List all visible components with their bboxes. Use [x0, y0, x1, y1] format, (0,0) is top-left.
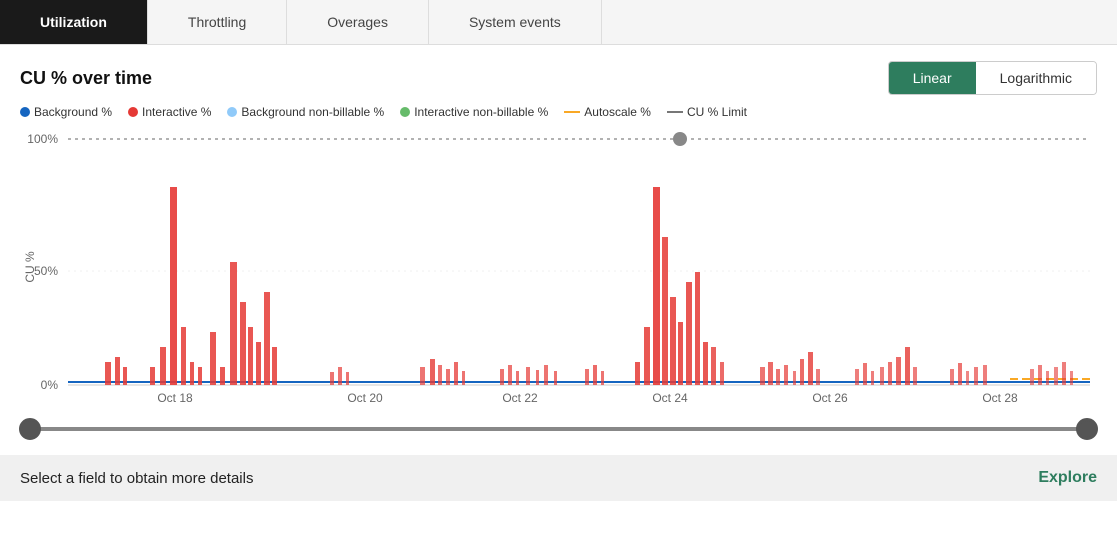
- svg-text:100%: 100%: [27, 132, 58, 146]
- tab-utilization[interactable]: Utilization: [0, 0, 148, 44]
- svg-text:50%: 50%: [34, 264, 58, 278]
- legend-background-nonbillable: Background non-billable %: [227, 105, 384, 119]
- range-track: [30, 427, 1087, 431]
- background-dot-icon: [20, 107, 30, 117]
- logarithmic-button[interactable]: Logarithmic: [976, 62, 1096, 94]
- legend-cu-limit: CU % Limit: [667, 105, 747, 119]
- chart-title: CU % over time: [20, 68, 152, 89]
- svg-text:Oct 24: Oct 24: [652, 391, 688, 405]
- chart-legend: Background % Interactive % Background no…: [20, 105, 1097, 119]
- interactive-dot-icon: [128, 107, 138, 117]
- legend-interactive-nonbillable: Interactive non-billable %: [400, 105, 548, 119]
- tab-bar: Utilization Throttling Overages System e…: [0, 0, 1117, 45]
- interactive-nonbillable-dot-icon: [400, 107, 410, 117]
- explore-button[interactable]: Explore: [1038, 469, 1097, 487]
- footer-text: Select a field to obtain more details: [20, 470, 253, 487]
- tab-overages[interactable]: Overages: [287, 0, 429, 44]
- svg-text:Oct 22: Oct 22: [502, 391, 538, 405]
- range-handle-left[interactable]: [19, 418, 41, 440]
- tab-system-events[interactable]: System events: [429, 0, 602, 44]
- linear-button[interactable]: Linear: [889, 62, 976, 94]
- autoscale-dash-icon: [564, 111, 580, 113]
- legend-cu-limit-label: CU % Limit: [687, 105, 747, 119]
- cu-limit-dash-icon: [667, 111, 683, 113]
- svg-text:0%: 0%: [41, 378, 59, 392]
- legend-interactive: Interactive %: [128, 105, 211, 119]
- range-slider[interactable]: [20, 409, 1097, 449]
- legend-background: Background %: [20, 105, 112, 119]
- legend-autoscale: Autoscale %: [564, 105, 651, 119]
- range-fill: [30, 427, 1087, 431]
- svg-text:Oct 28: Oct 28: [982, 391, 1018, 405]
- legend-autoscale-label: Autoscale %: [584, 105, 651, 119]
- background-nonbillable-dot-icon: [227, 107, 237, 117]
- scale-toggle: Linear Logarithmic: [888, 61, 1097, 95]
- chart-content: CU % over time Linear Logarithmic Backgr…: [0, 45, 1117, 449]
- range-handle-right[interactable]: [1076, 418, 1098, 440]
- svg-text:Oct 20: Oct 20: [347, 391, 383, 405]
- footer-bar: Select a field to obtain more details Ex…: [0, 455, 1117, 501]
- chart-svg: 100% 50% 0%: [20, 127, 1097, 407]
- svg-text:CU %: CU %: [23, 251, 37, 283]
- chart-header: CU % over time Linear Logarithmic: [20, 61, 1097, 95]
- legend-background-label: Background %: [34, 105, 112, 119]
- svg-text:Oct 26: Oct 26: [812, 391, 848, 405]
- chart-area[interactable]: 100% 50% 0%: [20, 127, 1097, 407]
- svg-text:Oct 18: Oct 18: [157, 391, 193, 405]
- legend-interactive-label: Interactive %: [142, 105, 211, 119]
- legend-background-nonbillable-label: Background non-billable %: [241, 105, 384, 119]
- legend-interactive-nonbillable-label: Interactive non-billable %: [414, 105, 548, 119]
- tab-throttling[interactable]: Throttling: [148, 0, 287, 44]
